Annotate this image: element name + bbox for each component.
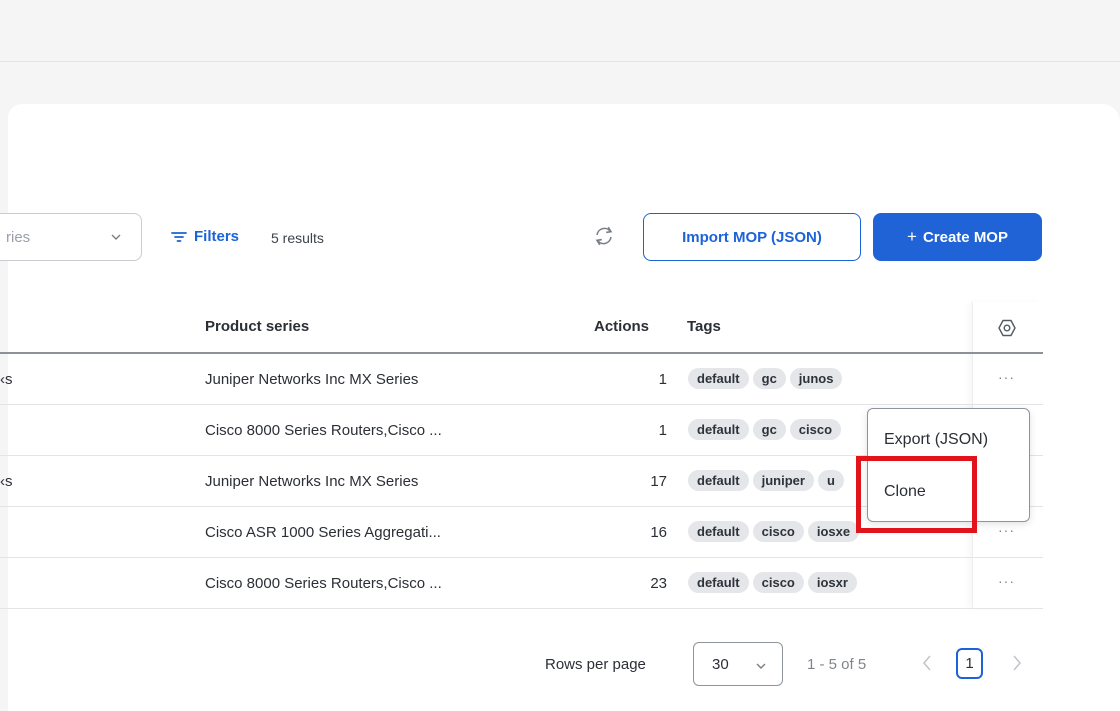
clone-highlight-box [856,456,977,533]
create-mop-button[interactable]: + Create MOP [873,213,1042,261]
tag: gc [752,419,786,440]
chevron-down-icon [756,663,766,669]
filter-icon [171,231,187,242]
tag: iosxr [807,572,857,593]
rows-per-page-label: Rows per page [545,656,646,673]
row-name-fragment: ‹s [0,371,13,388]
row-actions-count: 1 [658,371,667,388]
row-tags: default juniper u [688,470,844,491]
row-menu-icon[interactable]: ··· [998,522,1015,538]
import-mop-button[interactable]: Import MOP (JSON) [643,213,861,261]
row-menu-icon[interactable]: ··· [998,573,1015,589]
table-row[interactable]: ‹s Juniper Networks Inc MX Series 1 defa… [0,354,1043,405]
row-tags: default cisco iosxe [688,521,860,542]
tag: junos [789,368,843,389]
tag: u [817,470,844,491]
page-number: 1 [965,655,974,672]
product-series-select-value: ries [6,229,31,246]
filters-button[interactable]: Filters [171,228,239,245]
row-product-series: Cisco ASR 1000 Series Aggregati... [205,524,441,541]
table-row[interactable]: Cisco 8000 Series Routers,Cisco ... 23 d… [0,558,1043,609]
tag: juniper [752,470,814,491]
tag: default [688,419,749,440]
row-product-series: Cisco 8000 Series Routers,Cisco ... [205,575,442,592]
row-name-fragment: ‹s [0,473,13,490]
tag: default [688,470,749,491]
plus-icon: + [907,227,917,246]
row-menu-icon[interactable]: ··· [998,369,1015,385]
tag: default [688,572,749,593]
menu-item-export-json[interactable]: Export (JSON) [884,431,988,449]
tag: iosxe [807,521,860,542]
tag: default [688,368,749,389]
row-tags: default cisco iosxr [688,572,857,593]
results-count: 5 results [271,230,324,246]
page-button-current[interactable]: 1 [956,648,983,679]
gear-icon[interactable] [998,319,1016,337]
chevron-right-icon[interactable] [1011,654,1023,672]
product-series-select[interactable]: ries [0,213,142,261]
pagination-range: 1 - 5 of 5 [807,656,867,673]
filters-label: Filters [194,228,240,245]
row-product-series: Cisco 8000 Series Routers,Cisco ... [205,422,442,439]
row-actions-count: 23 [650,575,667,592]
row-product-series: Juniper Networks Inc MX Series [205,473,419,490]
column-header-tags[interactable]: Tags [687,318,721,335]
tag: gc [752,368,786,389]
top-bar [0,0,1120,62]
row-actions-count: 17 [650,473,667,490]
chevron-down-icon [111,234,121,240]
row-tags: default gc junos [688,368,843,389]
tag: cisco [752,572,804,593]
row-actions-count: 1 [658,422,667,439]
row-actions-count: 16 [650,524,667,541]
tag: cisco [789,419,842,440]
row-product-series: Juniper Networks Inc MX Series [205,371,419,388]
create-mop-label: Create MOP [922,228,1008,246]
import-mop-label: Import MOP (JSON) [682,228,822,246]
row-tags: default gc cisco [688,419,842,440]
rows-per-page-value: 30 [712,656,729,673]
refresh-icon[interactable] [593,224,615,248]
tag: default [688,521,749,542]
chevron-left-icon[interactable] [921,654,933,672]
rows-per-page-select[interactable]: 30 [693,642,783,686]
column-header-product-series[interactable]: Product series [205,318,309,335]
tag: cisco [752,521,804,542]
column-header-actions[interactable]: Actions [594,318,649,335]
